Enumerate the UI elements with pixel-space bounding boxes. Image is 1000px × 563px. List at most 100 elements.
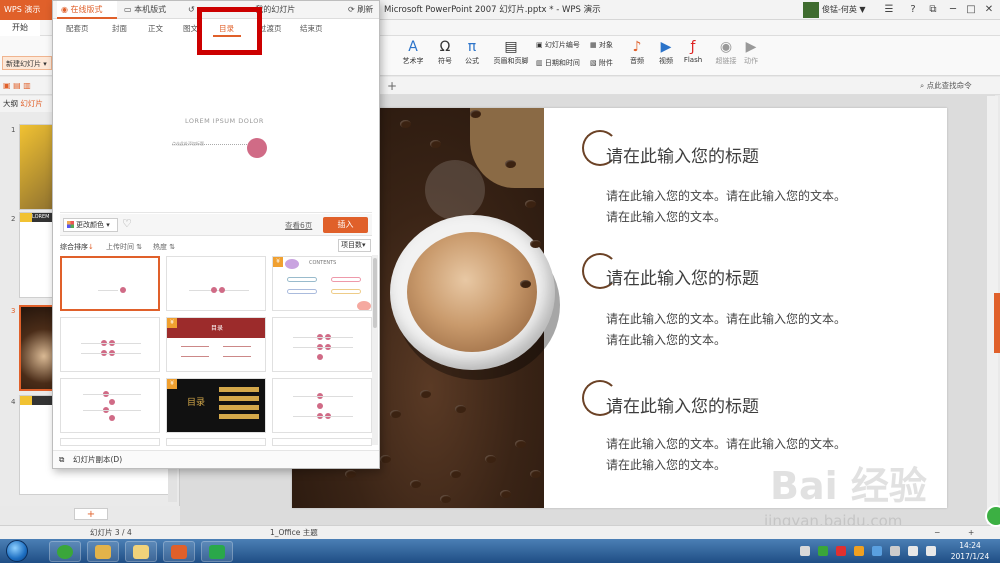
tray-icon[interactable] [836, 546, 846, 556]
slide-text-2b[interactable]: 请在此输入您的文本。 [606, 330, 726, 351]
flash-button[interactable]: ƒ Flash [681, 38, 705, 74]
date-time-button[interactable]: ▥ 日期和时间 [536, 56, 580, 70]
object-button[interactable]: ▦ 对象 [590, 38, 613, 52]
category-transition[interactable]: 过渡页 [259, 20, 282, 38]
sort-overall[interactable]: 综合排序↓ [60, 242, 94, 252]
canvas-side-handle[interactable] [994, 293, 1000, 353]
category-image-text[interactable]: 图文 [183, 20, 198, 38]
template-card[interactable] [272, 438, 372, 446]
tray-icon[interactable] [800, 546, 810, 556]
slide-number-button[interactable]: ▣ 幻灯片编号 [536, 38, 580, 52]
slide-title-1[interactable]: 请在此输入您的标题 [606, 142, 759, 167]
action-button[interactable]: ▶ 动作 [740, 38, 762, 74]
zoom-out-icon[interactable]: ─ [935, 526, 940, 540]
wps-spreadsheet-icon [209, 545, 225, 559]
template-card[interactable] [272, 378, 372, 433]
tab-outline[interactable]: 大纲 [3, 99, 18, 108]
slide-text-3a[interactable]: 请在此输入您的文本。请在此输入您的文本。 [606, 434, 846, 455]
vip-badge-icon: ¥ [273, 257, 283, 267]
template-card[interactable] [60, 256, 160, 311]
view-pages-link[interactable]: 查看6页 [285, 220, 312, 231]
category-cover[interactable]: 封面 [112, 20, 127, 38]
taskbar-wps-spreadsheet[interactable] [201, 541, 233, 562]
item-count-select[interactable]: 项目数▾ [338, 239, 371, 252]
taskbar-wps-presentation[interactable] [163, 541, 195, 562]
help-icon[interactable]: ? [902, 2, 924, 18]
taskbar-360-browser[interactable] [49, 541, 81, 562]
tray-icon[interactable] [854, 546, 864, 556]
taskbar-image-app[interactable] [87, 541, 119, 562]
taskbar-explorer[interactable] [125, 541, 157, 562]
video-button[interactable]: ▶ 视频 [653, 38, 679, 74]
start-button[interactable] [6, 540, 28, 562]
coffee-bean [500, 490, 511, 498]
mulu-label: 目录 [211, 325, 224, 332]
taskbar-clock[interactable]: 14:24 2017/1/24 [944, 540, 996, 562]
add-slide-button[interactable]: + [74, 508, 108, 520]
slide-text-3b[interactable]: 请在此输入您的文本。 [606, 455, 726, 476]
audio-button[interactable]: ♪ 音频 [624, 38, 650, 74]
category-body[interactable]: 正文 [148, 20, 163, 38]
action-icon: ▶ [745, 39, 757, 55]
template-card[interactable] [60, 378, 160, 433]
template-card[interactable] [272, 317, 372, 372]
palette-icon [67, 221, 74, 228]
template-card[interactable]: ¥ 目录 [166, 317, 266, 372]
template-card[interactable]: ¥ CONTENTS [272, 256, 372, 311]
save-icon[interactable]: ▤ [13, 81, 21, 90]
slide-title-2[interactable]: 请在此输入您的标题 [606, 264, 759, 289]
favorite-heart-icon[interactable]: ♡ [122, 217, 132, 230]
slide-text-2a[interactable]: 请在此输入您的文本。请在此输入您的文本。 [606, 309, 846, 330]
coffee-bean [485, 455, 496, 463]
user-account[interactable]: 俊锰-何英 ▼ [803, 2, 871, 18]
slide-title-3[interactable]: 请在此输入您的标题 [606, 392, 759, 417]
template-card[interactable]: ¥ 目录 [166, 378, 266, 433]
duplicate-slide-option[interactable]: ⧉ 幻灯片副本(D) [53, 450, 379, 468]
tab-online-layouts[interactable]: ◉ 在线版式 [57, 1, 117, 19]
new-slide-button[interactable]: 新建幻灯片 ▾ [2, 56, 52, 70]
volume-icon[interactable] [908, 546, 918, 556]
change-color-button[interactable]: 更改颜色 ▾ [63, 218, 118, 232]
close-icon[interactable]: ✕ [978, 2, 1000, 18]
folder-icon[interactable]: ▣ [3, 81, 11, 90]
template-card[interactable] [166, 438, 266, 446]
app-tab[interactable]: WPS 演示 [0, 0, 56, 20]
category-matching[interactable]: 配套页 [66, 20, 89, 38]
network-icon[interactable] [890, 546, 900, 556]
tab-slides[interactable]: 幻灯片 [20, 99, 43, 108]
slide-text-1a[interactable]: 请在此输入您的文本。请在此输入您的文本。 [606, 186, 846, 207]
contents-label: CONTENTS [309, 260, 337, 266]
template-card[interactable] [60, 317, 160, 372]
menu-start[interactable]: 开始 [0, 20, 40, 36]
float-assistant-icon[interactable] [985, 505, 1000, 527]
formula-button[interactable]: π 公式 [460, 38, 484, 74]
flag-icon[interactable] [926, 546, 936, 556]
attachment-button[interactable]: ▧ 附件 [590, 56, 613, 70]
template-grid-scroll-thumb[interactable] [373, 258, 377, 328]
template-card[interactable] [60, 438, 160, 446]
tab-local-layouts[interactable]: ▭ 本机版式 [124, 1, 166, 19]
refresh-icon: ⟳ [348, 5, 358, 14]
insert-button[interactable]: 插入 [323, 217, 368, 233]
symbol-button[interactable]: Ω 符号 [433, 38, 457, 74]
zoom-in-icon[interactable]: + [968, 526, 974, 540]
command-search[interactable]: ⌕ 点此查找命令 [920, 80, 972, 91]
category-ending[interactable]: 结束页 [300, 20, 323, 38]
coffee-bean [525, 200, 536, 208]
preview-dot [247, 138, 267, 158]
new-tab-icon[interactable]: + [387, 79, 397, 93]
sort-upload-time[interactable]: 上传时间 ⇅ [106, 242, 142, 252]
refresh-button[interactable]: ⟳ 刷新 [348, 1, 373, 19]
art-text-button[interactable]: A 艺术字 [398, 38, 428, 74]
tray-icon[interactable] [872, 546, 882, 556]
restore-tab-icon[interactable]: ⧉ [922, 2, 944, 18]
template-card[interactable] [166, 256, 266, 311]
slide-text-1b[interactable]: 请在此输入您的文本。 [606, 207, 726, 228]
skin-icon[interactable]: ☰ [878, 2, 900, 18]
document-tab-strip [380, 77, 1000, 95]
tray-icon[interactable] [818, 546, 828, 556]
print-icon[interactable]: ▥ [23, 81, 31, 90]
header-footer-button[interactable]: ▤ 页眉和页脚 [490, 38, 532, 74]
sort-popularity[interactable]: 热度 ⇅ [153, 242, 175, 252]
hyperlink-button[interactable]: ◉ 超链接 [712, 38, 740, 74]
